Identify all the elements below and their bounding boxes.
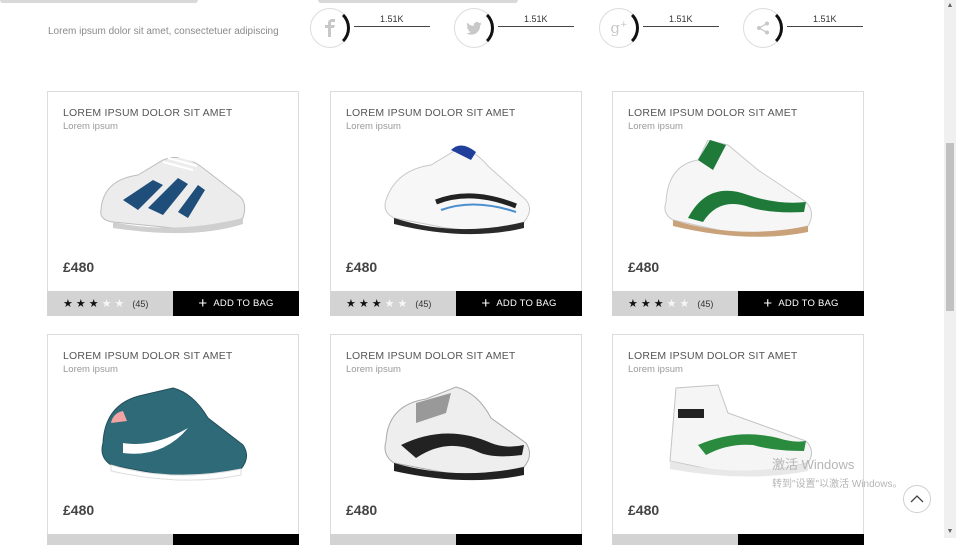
social-line <box>498 26 574 27</box>
product-footer: ★ ★ ★ ★ ★ (45) + ADD TO BAG <box>612 291 864 316</box>
rating <box>47 534 173 545</box>
product-card[interactable]: LOREM IPSUM DOLOR SIT AMET Lorem ipsum £… <box>330 334 582 545</box>
social-google-plus[interactable]: g+ 1.51K <box>599 6 721 50</box>
product-footer: ★ ★ ★ ★ ★ (45) + ADD TO BAG <box>330 291 582 316</box>
social-twitter[interactable]: 1.51K <box>454 6 576 50</box>
add-to-bag-button[interactable] <box>456 534 582 545</box>
watermark-line1: 激活 Windows <box>772 457 855 472</box>
product-card[interactable]: LOREM IPSUM DOLOR SIT AMET Lorem ipsum £… <box>612 334 864 545</box>
product-subtitle: Lorem ipsum <box>63 121 118 132</box>
header-tagline: Lorem ipsum dolor sit amet, consectetuer… <box>48 26 279 37</box>
rating: ★ ★ ★ ★ ★ (45) <box>612 291 738 316</box>
star-empty-icon: ★ <box>114 298 125 310</box>
product-subtitle: Lorem ipsum <box>628 121 683 132</box>
facebook-icon <box>316 14 344 42</box>
product-image[interactable] <box>93 383 253 483</box>
rating <box>612 534 738 545</box>
product-subtitle: Lorem ipsum <box>346 364 401 375</box>
rating: ★ ★ ★ ★ ★ (45) <box>47 291 173 316</box>
star-icon: ★ <box>88 298 99 310</box>
product-footer <box>612 534 864 545</box>
top-shade-right <box>318 0 518 3</box>
social-count: 1.51K <box>380 14 404 24</box>
rating: ★ ★ ★ ★ ★ (45) <box>330 291 456 316</box>
social-count: 1.51K <box>524 14 548 24</box>
star-icon: ★ <box>653 298 664 310</box>
add-to-bag-button[interactable]: + ADD TO BAG <box>173 291 299 316</box>
plus-icon: + <box>198 295 208 312</box>
product-card[interactable]: LOREM IPSUM DOLOR SIT AMET Lorem ipsum £… <box>612 91 864 316</box>
add-to-bag-button[interactable]: + ADD TO BAG <box>456 291 582 316</box>
product-subtitle: Lorem ipsum <box>63 364 118 375</box>
social-line <box>643 26 719 27</box>
add-to-bag-label: ADD TO BAG <box>778 298 839 309</box>
product-title: LOREM IPSUM DOLOR SIT AMET <box>63 107 233 119</box>
social-share[interactable]: 1.51K <box>743 6 865 50</box>
product-price: £480 <box>346 259 378 275</box>
product-subtitle: Lorem ipsum <box>346 121 401 132</box>
product-title: LOREM IPSUM DOLOR SIT AMET <box>346 107 516 119</box>
star-empty-icon: ★ <box>397 298 408 310</box>
back-to-top-button[interactable] <box>903 485 931 513</box>
scroll-down-arrow-icon[interactable]: ▼ <box>946 528 954 536</box>
product-price: £480 <box>63 259 95 275</box>
product-footer: ★ ★ ★ ★ ★ (45) + ADD TO BAG <box>47 291 299 316</box>
social-facebook[interactable]: 1.51K <box>310 6 432 50</box>
product-price: £480 <box>628 502 660 518</box>
star-icon: ★ <box>346 298 356 310</box>
product-footer <box>47 534 299 545</box>
product-title: LOREM IPSUM DOLOR SIT AMET <box>346 350 516 362</box>
scrollbar[interactable]: ▲ ▼ <box>944 0 956 538</box>
star-empty-icon: ★ <box>666 298 677 310</box>
product-footer <box>330 534 582 545</box>
add-to-bag-button[interactable] <box>173 534 299 545</box>
share-icon <box>749 14 777 42</box>
review-count: (45) <box>415 298 432 309</box>
product-image[interactable] <box>376 140 536 240</box>
add-to-bag-label: ADD TO BAG <box>213 298 274 309</box>
star-icon: ★ <box>63 298 73 310</box>
social-count: 1.51K <box>813 14 837 24</box>
star-empty-icon: ★ <box>679 298 690 310</box>
star-icon: ★ <box>75 298 86 310</box>
product-subtitle: Lorem ipsum <box>628 364 683 375</box>
review-count: (45) <box>132 298 149 309</box>
windows-activation-watermark: 激活 Windows 转到"设置"以激活 Windows。 <box>772 454 902 490</box>
product-price: £480 <box>346 502 378 518</box>
watermark-line2: 转到"设置"以激活 Windows。 <box>772 479 903 490</box>
rating <box>330 534 456 545</box>
product-title: LOREM IPSUM DOLOR SIT AMET <box>628 107 798 119</box>
star-icon: ★ <box>358 298 369 310</box>
plus-icon: + <box>763 295 773 312</box>
product-card[interactable]: LOREM IPSUM DOLOR SIT AMET Lorem ipsum £… <box>47 91 299 316</box>
product-title: LOREM IPSUM DOLOR SIT AMET <box>63 350 233 362</box>
social-line <box>354 26 430 27</box>
scrollbar-thumb[interactable] <box>946 143 954 311</box>
google-plus-icon: g+ <box>610 19 628 37</box>
product-price: £480 <box>63 502 95 518</box>
add-to-bag-button[interactable]: + ADD TO BAG <box>738 291 864 316</box>
top-shade-left <box>0 0 198 3</box>
product-title: LOREM IPSUM DOLOR SIT AMET <box>628 350 798 362</box>
product-card[interactable]: LOREM IPSUM DOLOR SIT AMET Lorem ipsum £… <box>330 91 582 316</box>
product-card[interactable]: LOREM IPSUM DOLOR SIT AMET Lorem ipsum £… <box>47 334 299 545</box>
product-image[interactable] <box>658 139 818 240</box>
product-image[interactable] <box>93 140 253 240</box>
product-price: £480 <box>628 259 660 275</box>
scroll-up-arrow-icon[interactable]: ▲ <box>946 2 954 10</box>
add-to-bag-label: ADD TO BAG <box>496 298 557 309</box>
twitter-icon <box>460 14 488 42</box>
chevron-up-icon <box>910 495 924 503</box>
star-icon: ★ <box>371 298 382 310</box>
star-empty-icon: ★ <box>101 298 112 310</box>
review-count: (45) <box>697 298 714 309</box>
star-empty-icon: ★ <box>384 298 395 310</box>
plus-icon: + <box>481 295 491 312</box>
star-icon: ★ <box>628 298 638 310</box>
social-line <box>787 26 863 27</box>
product-image[interactable] <box>376 383 536 483</box>
social-count: 1.51K <box>669 14 693 24</box>
star-icon: ★ <box>640 298 651 310</box>
add-to-bag-button[interactable] <box>738 534 864 545</box>
